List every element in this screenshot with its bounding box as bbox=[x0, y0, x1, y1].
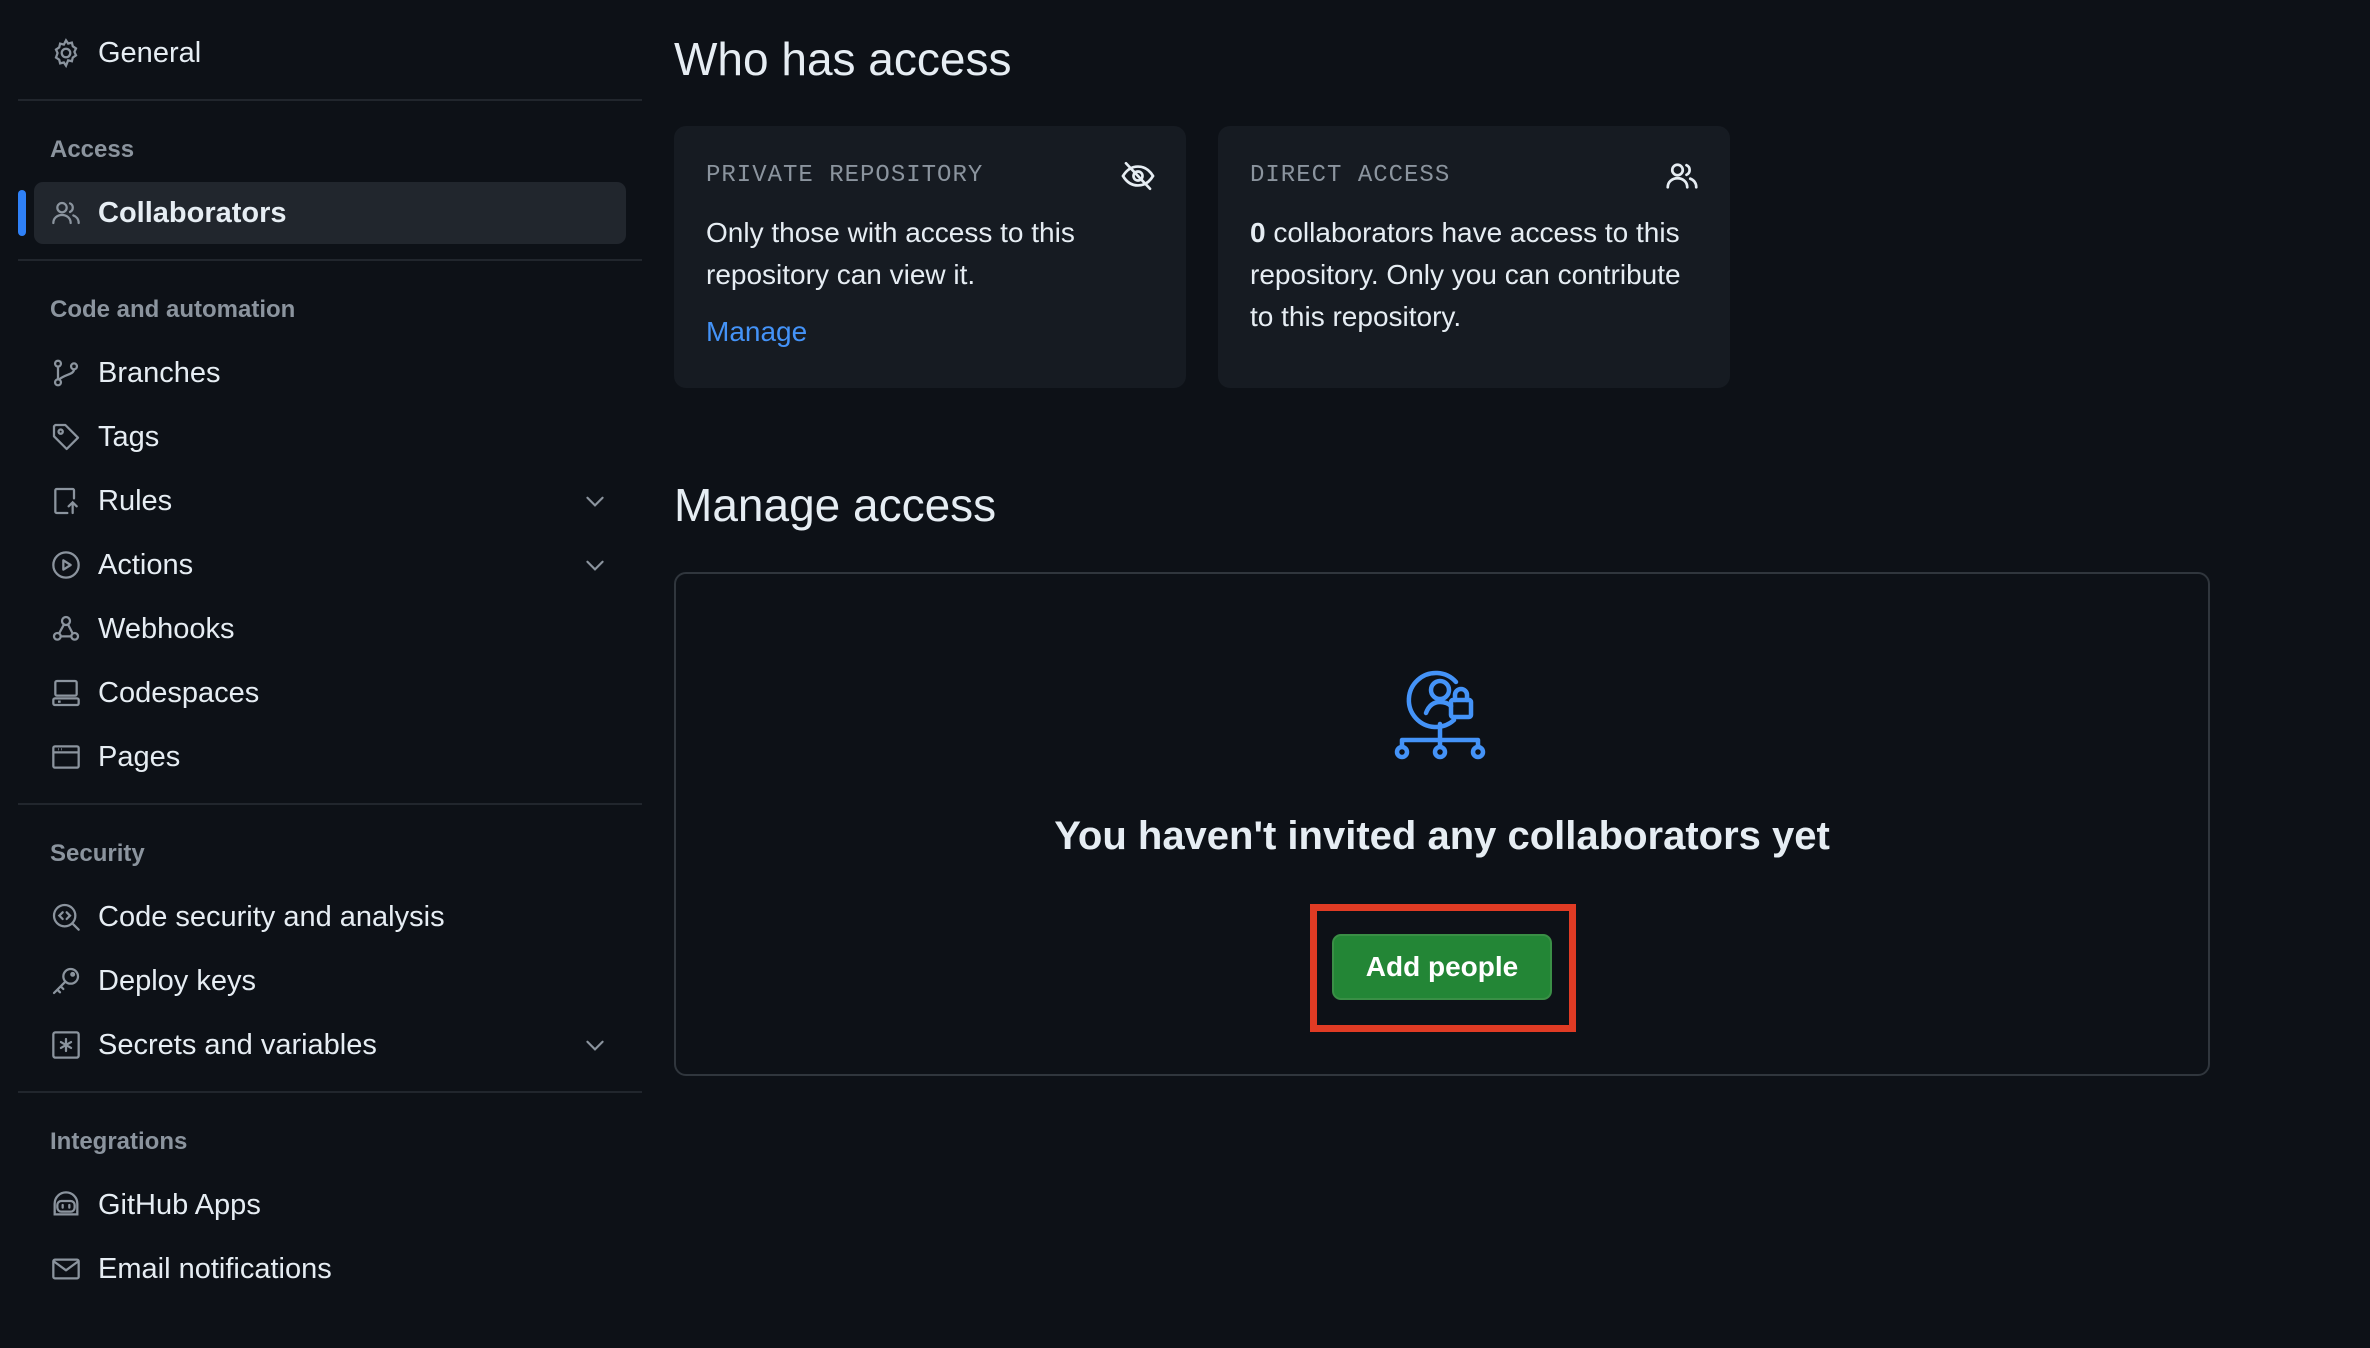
direct-access-card: DIRECT ACCESS 0 collaborators have acces… bbox=[1218, 126, 1730, 388]
eye-closed-icon bbox=[1120, 158, 1156, 194]
sidebar-item-github-apps[interactable]: GitHub Apps bbox=[34, 1174, 626, 1236]
sidebar-item-general[interactable]: General bbox=[34, 22, 626, 84]
sidebar-divider bbox=[18, 99, 642, 101]
direct-access-text: collaborators have access to this reposi… bbox=[1250, 217, 1681, 332]
sidebar-item-email-notifications[interactable]: Email notifications bbox=[34, 1238, 626, 1300]
private-repository-card: PRIVATE REPOSITORY Only those with acces… bbox=[674, 126, 1186, 388]
empty-state-title: You haven't invited any collaborators ye… bbox=[1054, 814, 1830, 858]
sidebar-item-pages[interactable]: Pages bbox=[34, 726, 626, 788]
sidebar-item-label: Pages bbox=[98, 740, 181, 773]
person-lock-network-icon bbox=[1390, 660, 1494, 764]
active-indicator bbox=[18, 190, 26, 236]
sidebar-item-collaborators[interactable]: Collaborators bbox=[34, 182, 626, 244]
sidebar-item-label: General bbox=[98, 36, 202, 69]
apps-icon bbox=[50, 1189, 82, 1221]
chevron-down-icon[interactable] bbox=[582, 1032, 608, 1058]
mail-icon bbox=[50, 1253, 82, 1285]
sidebar-item-label: Tags bbox=[98, 420, 160, 453]
sidebar-divider bbox=[18, 803, 642, 805]
card-description: 0 collaborators have access to this repo… bbox=[1250, 212, 1710, 338]
section-heading-security: Security bbox=[50, 840, 145, 867]
who-has-access-heading: Who has access bbox=[674, 33, 1012, 85]
sidebar-item-label: Codespaces bbox=[98, 676, 260, 709]
section-heading-integrations: Integrations bbox=[50, 1128, 188, 1155]
sidebar-item-code-security[interactable]: Code security and analysis bbox=[34, 886, 626, 948]
sidebar-item-secrets[interactable]: Secrets and variables bbox=[34, 1014, 626, 1076]
sidebar-item-branches[interactable]: Branches bbox=[34, 342, 626, 404]
section-heading-code-automation: Code and automation bbox=[50, 296, 296, 323]
sidebar-item-rules[interactable]: Rules bbox=[34, 470, 626, 532]
browser-icon bbox=[50, 741, 82, 773]
chevron-down-icon[interactable] bbox=[582, 552, 608, 578]
add-people-button[interactable]: Add people bbox=[1332, 934, 1552, 1000]
sidebar-item-tags[interactable]: Tags bbox=[34, 406, 626, 468]
sidebar-item-label: Code security and analysis bbox=[98, 900, 445, 933]
sidebar-item-deploy-keys[interactable]: Deploy keys bbox=[34, 950, 626, 1012]
card-title: PRIVATE REPOSITORY bbox=[706, 162, 984, 189]
sidebar-item-label: Webhooks bbox=[98, 612, 235, 645]
sidebar-item-codespaces[interactable]: Codespaces bbox=[34, 662, 626, 724]
chevron-down-icon[interactable] bbox=[582, 488, 608, 514]
webhook-icon bbox=[50, 613, 82, 645]
tag-icon bbox=[50, 421, 82, 453]
branch-icon bbox=[50, 357, 82, 389]
people-icon bbox=[50, 197, 82, 229]
sidebar-item-actions[interactable]: Actions bbox=[34, 534, 626, 596]
codespaces-icon bbox=[50, 677, 82, 709]
manage-link[interactable]: Manage bbox=[706, 316, 807, 348]
people-icon bbox=[1664, 158, 1700, 194]
play-circle-icon bbox=[50, 549, 82, 581]
codescan-icon bbox=[50, 901, 82, 933]
sidebar-item-label: Collaborators bbox=[98, 196, 287, 229]
asterisk-icon bbox=[50, 1029, 82, 1061]
sidebar-item-label: Deploy keys bbox=[98, 964, 256, 997]
sidebar-item-label: Actions bbox=[98, 548, 194, 581]
card-title: DIRECT ACCESS bbox=[1250, 162, 1451, 189]
sidebar-divider bbox=[18, 1091, 642, 1093]
sidebar-item-label: Secrets and variables bbox=[98, 1028, 377, 1061]
gear-icon bbox=[50, 37, 82, 69]
sidebar-item-label: Email notifications bbox=[98, 1252, 332, 1285]
collaborator-count: 0 bbox=[1250, 217, 1266, 248]
manage-access-panel: You haven't invited any collaborators ye… bbox=[674, 572, 2210, 1076]
manage-access-heading: Manage access bbox=[674, 479, 997, 531]
sidebar-divider bbox=[18, 259, 642, 261]
section-heading-access: Access bbox=[50, 136, 135, 163]
rules-icon bbox=[50, 485, 82, 517]
sidebar-item-label: GitHub Apps bbox=[98, 1188, 261, 1221]
sidebar-item-label: Branches bbox=[98, 356, 221, 389]
card-description: Only those with access to this repositor… bbox=[706, 217, 1075, 290]
sidebar-item-webhooks[interactable]: Webhooks bbox=[34, 598, 626, 660]
key-icon bbox=[50, 965, 82, 997]
settings-sidebar: General Access Collaborators Code and au… bbox=[0, 0, 660, 1348]
sidebar-item-label: Rules bbox=[98, 484, 173, 517]
